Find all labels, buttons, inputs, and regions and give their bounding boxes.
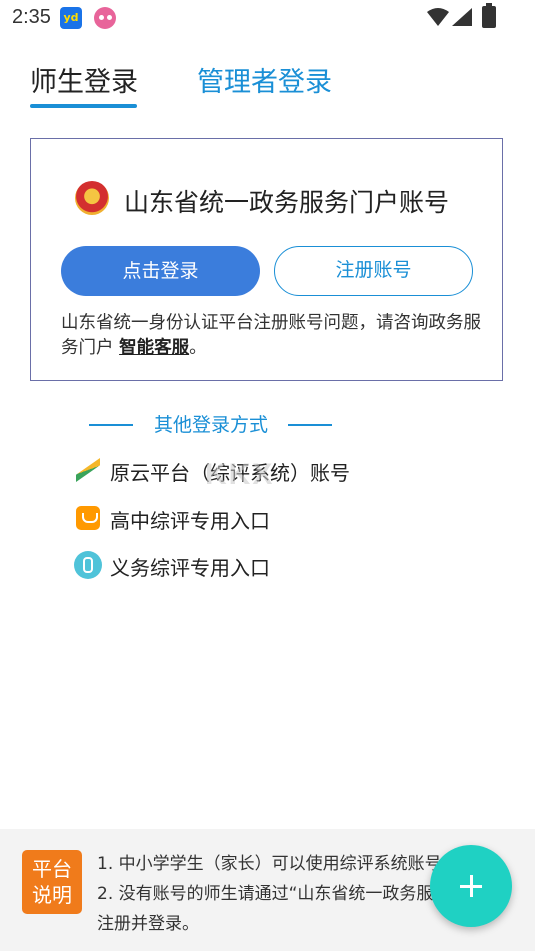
platform-notice-badge[interactable]: 平台 说明 <box>22 850 82 914</box>
login-card: 山东省统一政务服务门户账号 点击登录 注册账号 山东省统一身份认证平台注册账号问… <box>30 138 503 381</box>
badge-line-2: 说明 <box>32 883 72 907</box>
yuanyun-platform-icon <box>76 458 100 482</box>
notice-line-1: 1. 中小学学生（家长）可以使用综评系统账号 <box>97 854 442 874</box>
battery-icon <box>482 3 496 28</box>
notice-line-3: 注册并登录。 <box>97 914 199 934</box>
high-school-icon <box>76 506 100 530</box>
notice-line-2: 2. 没有账号的师生请通过“山东省统一政务服务 <box>97 884 447 904</box>
other-methods-title: 其他登录方式 <box>153 414 268 436</box>
status-bar: 2:35 yd <box>0 0 535 36</box>
watermark-logo: KKX <box>205 458 275 491</box>
tab-teacher-student-login[interactable]: 师生登录 <box>30 60 138 99</box>
signal-icon <box>452 8 472 26</box>
option-label: 高中综评专用入口 <box>110 509 270 533</box>
card-note-end: 。 <box>189 338 207 358</box>
option-label: 义务综评专用入口 <box>110 556 270 580</box>
notice-text: 1. 中小学学生（家长）可以使用综评系统账号 2. 没有账号的师生请通过“山东省… <box>97 849 447 939</box>
add-fab-button[interactable] <box>430 845 512 927</box>
compulsory-education-icon <box>74 551 102 579</box>
divider-right <box>288 424 332 426</box>
card-title: 山东省统一政务服务门户账号 <box>124 188 450 217</box>
card-note: 山东省统一身份认证平台注册账号问题，请咨询政务服务门户 智能客服。 <box>61 311 481 361</box>
smart-service-link[interactable]: 智能客服 <box>119 338 189 358</box>
pink-app-icon <box>94 7 116 29</box>
status-time: 2:35 <box>12 6 51 28</box>
badge-line-1: 平台 <box>32 857 72 881</box>
yunjiao-app-icon: yd <box>60 7 82 29</box>
wifi-icon <box>427 8 449 26</box>
national-emblem-icon <box>75 181 109 215</box>
register-button[interactable]: 注册账号 <box>274 246 473 296</box>
active-tab-indicator <box>30 104 137 108</box>
login-button[interactable]: 点击登录 <box>61 246 260 296</box>
tab-admin-login[interactable]: 管理者登录 <box>197 60 332 99</box>
